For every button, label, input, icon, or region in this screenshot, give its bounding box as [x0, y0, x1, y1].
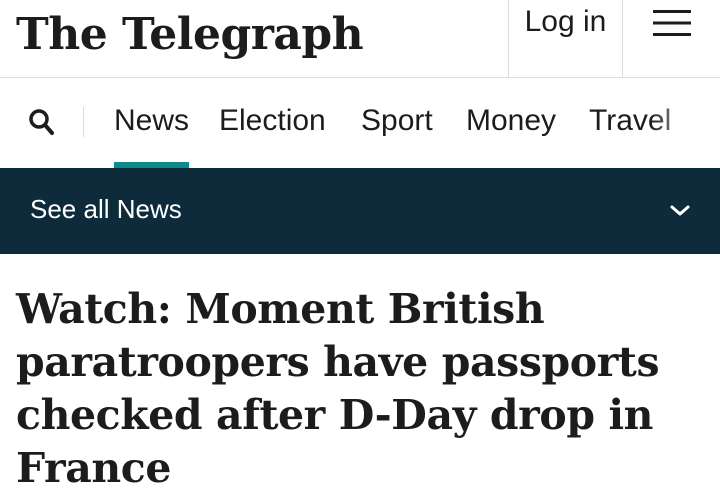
hamburger-menu-icon: [652, 10, 691, 36]
chevron-down-icon: [670, 205, 690, 216]
telegraph-logo[interactable]: The Telegraph: [16, 4, 364, 66]
article-headline: Watch: Moment British paratroopers have …: [16, 285, 660, 492]
section-nav: News Election Sport Money Travel: [0, 78, 720, 168]
site-header: The Telegraph Log in: [0, 0, 720, 78]
menu-button[interactable]: [623, 0, 720, 78]
search-icon[interactable]: [28, 108, 56, 138]
see-all-news-bar[interactable]: See all News: [0, 168, 720, 254]
nav-item-election[interactable]: Election: [219, 103, 326, 139]
login-button[interactable]: Log in: [508, 0, 623, 78]
nav-divider: [83, 107, 84, 137]
nav-fade-overlay: [650, 78, 720, 168]
nav-item-sport[interactable]: Sport: [361, 103, 433, 139]
see-all-news-label: See all News: [30, 194, 182, 224]
nav-item-money[interactable]: Money: [466, 103, 556, 139]
nav-item-news[interactable]: News: [114, 103, 190, 168]
